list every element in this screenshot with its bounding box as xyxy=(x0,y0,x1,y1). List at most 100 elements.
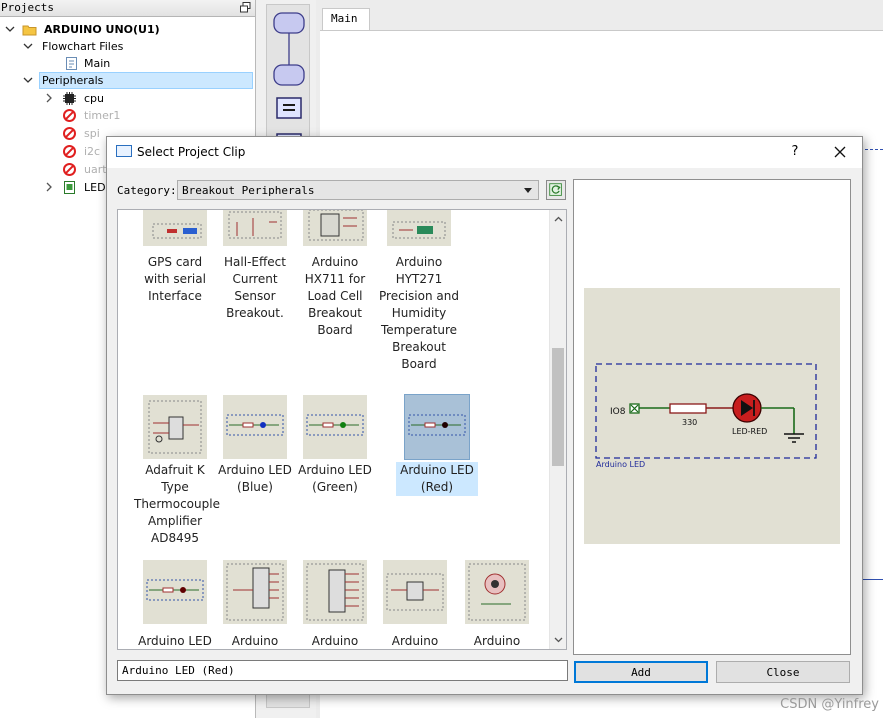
clip-label: Hall-Effect Current Sensor Breakout. xyxy=(224,255,286,320)
clip-item[interactable]: Arduino LED (Green) xyxy=(294,395,376,525)
projects-title: Projects xyxy=(1,1,54,14)
assignment-block-tool-icon[interactable] xyxy=(276,97,302,119)
component-icon xyxy=(64,181,75,194)
tree-label: Peripherals xyxy=(42,74,104,87)
clip-thumbnail xyxy=(143,395,207,459)
tree-item-timer1[interactable]: timer1 xyxy=(0,107,250,124)
canvas-guide-line xyxy=(860,579,883,581)
clip-thumbnail xyxy=(404,394,470,460)
clip-thumbnail xyxy=(303,210,367,246)
dialog-titlebar[interactable]: Select Project Clip ? xyxy=(107,137,862,168)
clip-item[interactable]: Arduino MCP23008 xyxy=(214,560,296,649)
clip-item[interactable]: Adafruit K Type Thermocouple Amplifier A… xyxy=(134,395,220,555)
clip-thumbnail xyxy=(223,395,287,459)
tree-label: ARDUINO UNO(U1) xyxy=(44,23,160,36)
tree-item-cpu[interactable]: cpu xyxy=(0,90,250,107)
folder-icon xyxy=(22,25,37,36)
tree-item-peripherals[interactable]: Peripherals xyxy=(0,72,254,89)
tree-label: uart xyxy=(84,163,107,176)
clip-item[interactable]: Arduino HX711 for Load Cell Breakout Boa… xyxy=(294,210,376,337)
clip-name-input[interactable] xyxy=(118,661,567,680)
tree-item-main[interactable]: Main xyxy=(0,55,250,72)
add-button[interactable]: Add xyxy=(574,661,708,683)
tree-item-flowchart-files[interactable]: Flowchart Files xyxy=(0,38,250,55)
tree-label: spi xyxy=(84,127,100,140)
clip-list[interactable]: GPS card with serial Interface Hall-Effe… xyxy=(117,209,567,650)
close-button[interactable]: Close xyxy=(716,661,850,683)
clip-item[interactable]: Hall-Effect Current Sensor Breakout. xyxy=(214,210,296,320)
dialog-app-icon xyxy=(116,145,132,157)
clip-item[interactable]: Arduino LED (Blue) xyxy=(214,395,296,505)
clip-label: Adafruit K Type Thermocouple Amplifier A… xyxy=(134,463,220,545)
chip-icon xyxy=(63,92,76,105)
clip-thumbnail xyxy=(303,560,367,624)
clip-label: Arduino HX711 for Load Cell Breakout Boa… xyxy=(304,255,366,337)
clip-label: Arduino MPX4250AP xyxy=(473,634,521,648)
tree-label: timer1 xyxy=(84,109,121,122)
clip-thumbnail xyxy=(387,210,451,246)
dialog-title: Select Project Clip xyxy=(137,145,246,159)
flowchart-file-icon xyxy=(66,57,77,70)
clip-thumbnail xyxy=(465,560,529,624)
tree-label: Main xyxy=(84,57,111,70)
canvas-guide-line xyxy=(860,149,883,151)
clip-name-field[interactable] xyxy=(117,660,568,681)
disabled-icon xyxy=(63,163,76,176)
scroll-up-icon[interactable] xyxy=(554,215,563,224)
led-label: LED-RED xyxy=(732,427,767,436)
clip-thumbnail xyxy=(143,210,207,246)
resistor-value-label: 330 xyxy=(682,418,697,427)
scrollbar-thumb[interactable] xyxy=(552,348,564,466)
disabled-icon xyxy=(63,145,76,158)
close-icon[interactable] xyxy=(822,137,858,167)
clip-thumbnail xyxy=(303,395,367,459)
clip-thumbnail xyxy=(383,560,447,624)
clip-item-selected[interactable]: Arduino LED (Red) xyxy=(396,394,478,505)
clip-label: Arduino MCP4921 xyxy=(391,634,439,648)
clip-caption: Arduino LED xyxy=(596,460,645,469)
tab-main[interactable]: Main xyxy=(322,8,370,30)
clip-label: Arduino MCP23008 xyxy=(231,634,279,648)
clip-label: Arduino MCP23017 xyxy=(311,634,359,648)
chevron-right-icon[interactable] xyxy=(44,92,54,104)
clip-label: Arduino LED (Green) xyxy=(298,463,372,494)
tree-item-arduino-uno[interactable]: ARDUINO UNO(U1) xyxy=(0,21,250,38)
tree-label: Flowchart Files xyxy=(42,40,124,53)
clip-preview-frame: IO8 330 LED-RED Arduino LED xyxy=(573,179,851,655)
refresh-icon[interactable] xyxy=(546,180,566,200)
disabled-icon xyxy=(63,109,76,122)
scroll-down-icon[interactable] xyxy=(554,635,563,644)
clip-label: GPS card with serial Interface xyxy=(144,255,206,303)
clip-item[interactable]: GPS card with serial Interface xyxy=(134,210,216,303)
clip-list-scrollbar[interactable] xyxy=(549,210,566,649)
clip-preview: IO8 330 LED-RED Arduino LED xyxy=(584,288,840,544)
tree-label: cpu xyxy=(84,92,105,105)
select-project-clip-dialog: Select Project Clip ? Category: Breakout… xyxy=(106,136,863,695)
chevron-down-icon[interactable] xyxy=(23,40,33,52)
chevron-down-icon[interactable] xyxy=(5,23,15,35)
float-window-icon[interactable] xyxy=(240,2,251,13)
watermark: CSDN @Yinfrey xyxy=(780,697,879,712)
clip-label: Arduino HYT271 Precision and Humidity Te… xyxy=(379,255,459,371)
tab-label: Main xyxy=(331,12,358,25)
clip-thumbnail xyxy=(223,560,287,624)
clip-item[interactable]: Arduino MPX4250AP xyxy=(456,560,538,649)
chevron-down-icon[interactable] xyxy=(23,74,33,86)
clip-item[interactable]: Arduino MCP23017 xyxy=(294,560,376,649)
clip-thumbnail xyxy=(223,210,287,246)
chevron-right-icon[interactable] xyxy=(44,181,54,193)
clip-item[interactable]: Arduino MCP4921 xyxy=(374,560,456,649)
clip-thumbnail xyxy=(143,560,207,624)
event-block-tool-icon[interactable] xyxy=(271,9,307,93)
category-dropdown[interactable]: Breakout Peripherals xyxy=(177,180,539,200)
clip-label: Arduino LED (Blue) xyxy=(218,463,292,494)
clip-item[interactable]: Arduino HYT271 Precision and Humidity Te… xyxy=(378,210,460,382)
help-button[interactable]: ? xyxy=(779,137,811,167)
pin-label: IO8 xyxy=(610,407,626,417)
tree-label: i2c xyxy=(84,145,101,158)
dropdown-arrow-icon xyxy=(524,188,532,193)
projects-header: Projects xyxy=(0,0,255,17)
clip-label: Arduino LED xyxy=(138,634,212,648)
clip-item[interactable]: Arduino LED xyxy=(134,560,216,649)
disabled-icon xyxy=(63,127,76,140)
